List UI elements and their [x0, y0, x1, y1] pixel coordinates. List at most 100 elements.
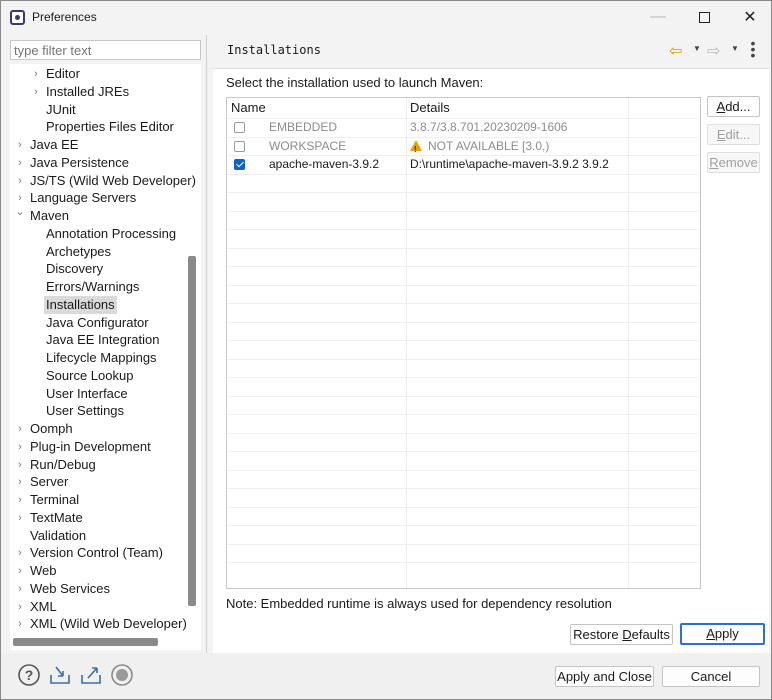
close-button[interactable]: ✕ [727, 1, 772, 33]
row-divider [227, 395, 700, 397]
column-header-details[interactable]: Details [406, 98, 628, 118]
tree-item[interactable]: Java EE Integration [10, 331, 201, 349]
chevron-right-icon[interactable]: › [15, 491, 25, 509]
record-icon[interactable] [110, 663, 134, 687]
tree-item[interactable]: User Settings [10, 402, 201, 420]
tree-item-label: Errors/Warnings [46, 279, 140, 294]
tree-item[interactable]: Archetypes [10, 243, 201, 261]
row-divider [227, 562, 700, 563]
tree-item-label: Version Control (Team) [30, 545, 163, 561]
chevron-right-icon[interactable]: › [15, 509, 25, 527]
tree-horizontal-scrollbar[interactable] [13, 638, 158, 646]
back-dropdown-icon[interactable]: ▼ [693, 44, 701, 53]
tree-item[interactable]: Java Configurator [10, 314, 201, 332]
chevron-down-icon[interactable]: ⌄ [15, 203, 25, 221]
tree-item[interactable]: › Terminal [10, 491, 201, 509]
tree-item[interactable]: › Version Control (Team) [10, 544, 201, 562]
tree-item[interactable]: › Java Persistence [10, 154, 201, 172]
back-arrow-icon[interactable]: ⇦ [669, 41, 682, 61]
installation-details[interactable]: D:\runtime\apache-maven-3.9.2 3.9.2 [410, 155, 609, 173]
tree-item[interactable]: › TextMate [10, 509, 201, 527]
tree-item[interactable]: Source Lookup [10, 367, 201, 385]
tree-item-label: XML [30, 598, 57, 614]
installation-name[interactable]: apache-maven-3.9.2 [269, 155, 379, 173]
title-bar: Preferences — ✕ [1, 1, 771, 33]
chevron-right-icon[interactable]: › [15, 562, 25, 580]
restore-defaults-button[interactable]: Restore Defaults [570, 624, 673, 645]
tree-item[interactable]: › JS/TS (Wild Web Developer) [10, 172, 201, 190]
tree-item[interactable]: › Editor [10, 65, 201, 83]
tree-item[interactable]: › Run/Debug [10, 456, 201, 474]
tree-item[interactable]: › Oomph [10, 420, 201, 438]
chevron-right-icon[interactable]: › [15, 580, 25, 598]
chevron-right-icon[interactable]: › [15, 544, 25, 562]
chevron-right-icon[interactable]: › [15, 172, 25, 190]
row-divider [227, 321, 700, 323]
chevron-right-icon[interactable]: › [15, 438, 25, 456]
forward-arrow-icon[interactable]: ⇨ [707, 41, 720, 61]
cancel-button[interactable]: Cancel [662, 666, 760, 687]
tree-item-label: Server [30, 474, 69, 490]
tree-item[interactable]: User Interface [10, 385, 201, 403]
chevron-right-icon[interactable]: › [15, 456, 25, 474]
pane-divider[interactable] [206, 35, 207, 653]
row-divider [227, 469, 700, 471]
filter-input[interactable] [10, 40, 201, 60]
installation-details[interactable]: NOT AVAILABLE [3.0,) [410, 137, 549, 159]
tree-item[interactable]: JUnit [10, 101, 201, 119]
installation-checkbox[interactable] [234, 159, 245, 170]
installation-name[interactable]: WORKSPACE [269, 137, 346, 155]
preferences-dialog: Preferences — ✕ › Editor › Installed JREs JU… [0, 0, 772, 700]
tree-item[interactable]: › Java EE [10, 136, 201, 154]
installation-details[interactable]: 3.8.7/3.8.701.20230209-1606 [410, 118, 567, 136]
tree-item[interactable]: › XML (Wild Web Developer) [10, 615, 201, 633]
remove-button: Remove [707, 152, 760, 173]
row-divider [227, 247, 700, 249]
maximize-button[interactable] [681, 1, 727, 33]
tree-item[interactable]: › XML [10, 598, 201, 616]
tree-item-label: Archetypes [46, 243, 112, 259]
apply-button[interactable]: Apply [680, 623, 765, 645]
edit-button: Edit... [707, 124, 760, 145]
chevron-right-icon[interactable]: › [15, 473, 25, 491]
chevron-right-icon[interactable]: › [15, 598, 25, 616]
apply-and-close-button[interactable]: Apply and Close [555, 666, 654, 687]
row-divider [227, 229, 700, 230]
tree-item[interactable]: ⌄ Maven [10, 206, 201, 225]
minimize-button[interactable]: — [635, 1, 681, 33]
tree-item-label: Language Servers [30, 190, 137, 206]
tree-item[interactable]: › Plug-in Development [10, 438, 201, 456]
chevron-right-icon[interactable]: › [31, 65, 41, 83]
export-icon[interactable] [79, 663, 103, 687]
tree-item-label: JS/TS (Wild Web Developer) [30, 172, 196, 188]
installation-checkbox[interactable] [234, 122, 245, 133]
forward-dropdown-icon[interactable]: ▼ [731, 44, 739, 53]
tree-item[interactable]: › Web [10, 562, 201, 580]
column-header-name[interactable]: Name [227, 98, 407, 118]
chevron-right-icon[interactable]: › [15, 420, 25, 438]
row-divider [227, 506, 700, 508]
installation-checkbox[interactable] [234, 140, 245, 152]
help-icon[interactable]: ? [17, 663, 41, 687]
chevron-right-icon[interactable]: › [31, 83, 41, 101]
row-divider [227, 358, 700, 360]
tree-item[interactable]: › Web Services [10, 580, 201, 598]
chevron-right-icon[interactable]: › [15, 136, 25, 154]
tree-item[interactable]: › Installed JREs [10, 83, 201, 101]
tree-item[interactable]: Lifecycle Mappings [10, 349, 201, 367]
tree-item[interactable]: Discovery [10, 260, 201, 278]
installation-name[interactable]: EMBEDDED [269, 118, 337, 136]
tree-item[interactable]: Properties Files Editor [10, 118, 201, 136]
tree-item[interactable]: Installations [10, 295, 201, 314]
tree-item[interactable]: › Server [10, 473, 201, 491]
chevron-right-icon[interactable]: › [15, 154, 25, 172]
tree-item[interactable]: Validation [10, 527, 201, 545]
tree-item[interactable]: › Language Servers [10, 189, 201, 207]
add-button[interactable]: Add... [707, 96, 760, 117]
view-menu-icon[interactable]: • • • [749, 36, 757, 62]
tree-vertical-scrollbar[interactable] [188, 256, 196, 606]
tree-item[interactable]: Errors/Warnings [10, 278, 201, 296]
import-icon[interactable] [48, 663, 72, 687]
chevron-right-icon[interactable]: › [15, 615, 25, 633]
tree-item[interactable]: Annotation Processing [10, 225, 201, 243]
